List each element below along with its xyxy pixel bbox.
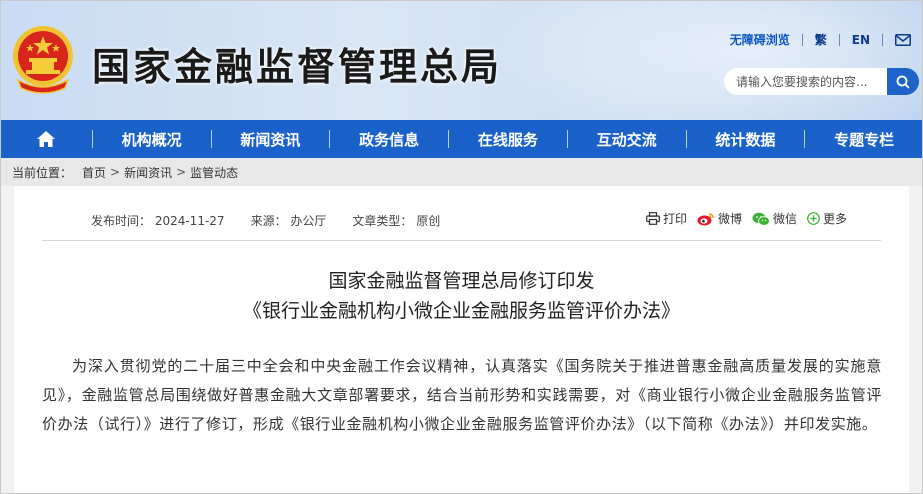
article-title: 国家金融监督管理总局修订印发 《银行业金融机构小微企业金融服务监管评价办法》 [14, 266, 909, 326]
printer-icon [646, 212, 660, 225]
article-title-line2: 《银行业金融机构小微企业金融服务监管评价办法》 [242, 300, 680, 322]
weibo-icon [697, 212, 714, 225]
wechat-share-button[interactable]: 微信 [752, 210, 797, 227]
more-share-button[interactable]: 更多 [807, 210, 847, 227]
english-link[interactable]: EN [852, 33, 870, 47]
weibo-label: 微博 [717, 212, 742, 226]
wechat-label: 微信 [772, 212, 797, 226]
search-button[interactable] [887, 68, 919, 95]
nav-item-news[interactable]: 新闻资讯 [212, 120, 330, 158]
top-links: 无障碍浏览 繁 EN [730, 31, 911, 48]
article-paragraph: 为深入贯彻党的二十届三中全会和中央金融工作会议精神，认真落实《国务院关于推进普惠… [42, 357, 882, 433]
nav-item-online-service[interactable]: 在线服务 [449, 120, 567, 158]
breadcrumb-separator: > [176, 165, 187, 179]
article-type: 文章类型： 原创 [352, 214, 441, 228]
national-emblem-icon[interactable] [10, 22, 76, 94]
weibo-share-button[interactable]: 微博 [697, 210, 742, 227]
home-icon [36, 131, 55, 147]
breadcrumb-label: 当前位置： [12, 165, 73, 180]
article-source: 来源： 办公厅 [250, 214, 327, 228]
plus-circle-icon [807, 212, 820, 225]
site-title[interactable]: 国家金融监督管理总局 [92, 36, 502, 91]
site-header: 国家金融监督管理总局 无障碍浏览 繁 EN [0, 0, 923, 120]
publish-time: 发布时间： 2024-11-27 [91, 214, 225, 228]
breadcrumb-home[interactable]: 首页 [82, 164, 106, 181]
nav-item-special-topics[interactable]: 专题专栏 [805, 120, 923, 158]
breadcrumb-news[interactable]: 新闻资讯 [124, 164, 172, 181]
breadcrumb: 当前位置： 首页 > 新闻资讯 > 监管动态 [0, 158, 923, 186]
divider [801, 33, 803, 46]
breadcrumb-separator: > [110, 165, 121, 179]
more-label: 更多 [822, 212, 847, 226]
nav-home[interactable] [0, 120, 92, 158]
mail-icon[interactable] [895, 33, 911, 46]
nav-item-statistics[interactable]: 统计数据 [687, 120, 805, 158]
breadcrumb-regulatory-news[interactable]: 监管动态 [190, 164, 238, 181]
article-title-line1: 国家金融监督管理总局修订印发 [328, 270, 595, 292]
wechat-icon [752, 212, 770, 226]
nav-item-government-info[interactable]: 政务信息 [330, 120, 448, 158]
search-box [724, 68, 919, 95]
article-container: 发布时间： 2024-11-27 来源： 办公厅 文章类型： 原创 打印 微博 [14, 186, 909, 494]
print-label: 打印 [662, 212, 687, 226]
search-input[interactable] [724, 68, 887, 95]
search-icon [896, 75, 910, 89]
accessibility-link[interactable]: 无障碍浏览 [730, 31, 790, 48]
divider [838, 33, 840, 46]
nav-item-interaction[interactable]: 互动交流 [568, 120, 686, 158]
nav-item-institution[interactable]: 机构概况 [93, 120, 211, 158]
traditional-chinese-link[interactable]: 繁 [815, 31, 827, 48]
meta-divider [42, 240, 881, 241]
share-toolbar: 打印 微博 微信 更多 [636, 210, 847, 227]
print-button[interactable]: 打印 [646, 210, 687, 227]
main-nav: 机构概况 新闻资讯 政务信息 在线服务 互动交流 统计数据 专题专栏 [0, 120, 923, 158]
divider [882, 33, 883, 46]
article-meta: 发布时间： 2024-11-27 来源： 办公厅 文章类型： 原创 [91, 212, 466, 229]
